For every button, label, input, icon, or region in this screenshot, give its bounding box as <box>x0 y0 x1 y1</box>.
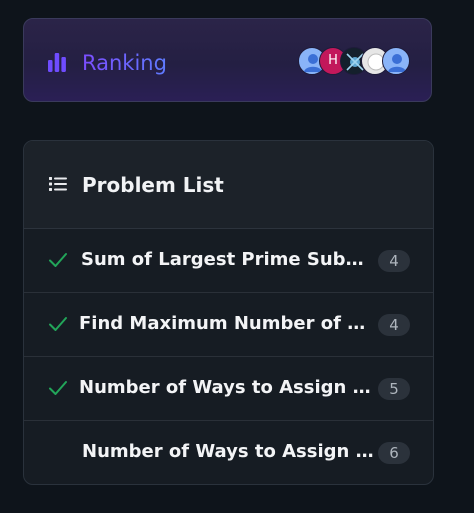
problem-list-card: Problem List Sum of Largest Prime Substr… <box>23 140 434 485</box>
count-badge: 4 <box>378 250 410 272</box>
problem-row[interactable]: Number of Ways to Assign Ed... 5 <box>24 357 433 421</box>
problem-row[interactable]: Find Maximum Number of No... 4 <box>24 293 433 357</box>
bar-chart-icon <box>48 53 66 72</box>
problem-row[interactable]: Sum of Largest Prime Substri... 4 <box>24 229 433 293</box>
avatar[interactable] <box>382 47 410 75</box>
problem-list-header: Problem List <box>24 141 433 229</box>
problem-title[interactable]: Find Maximum Number of No... <box>79 312 371 336</box>
ranking-card[interactable]: Ranking H <box>23 18 432 102</box>
check-icon <box>49 317 67 331</box>
count-badge: 6 <box>378 442 410 464</box>
problem-title[interactable]: Sum of Largest Prime Substri... <box>81 248 373 272</box>
check-icon <box>49 381 67 395</box>
ranking-label: Ranking <box>82 51 167 75</box>
problem-list-title: Problem List <box>82 173 224 197</box>
problem-title[interactable]: Number of Ways to Assign Ed... <box>79 376 371 400</box>
list-icon <box>49 177 67 191</box>
count-badge: 5 <box>378 378 410 400</box>
problem-title[interactable]: Number of Ways to Assign Ed... <box>82 440 374 464</box>
problem-row[interactable]: Number of Ways to Assign Ed... 6 <box>24 421 433 484</box>
ranking-avatars: H <box>298 47 410 77</box>
count-badge: 4 <box>378 314 410 336</box>
user-icon <box>388 54 406 72</box>
check-icon <box>49 253 67 267</box>
